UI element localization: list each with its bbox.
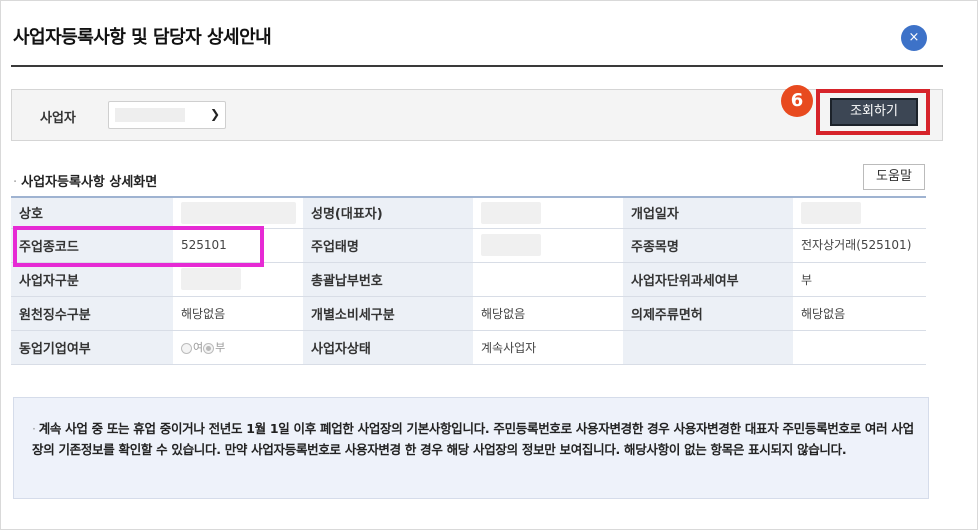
label-main-item: 주종목명 bbox=[623, 227, 793, 263]
radio-no-label: 부 bbox=[215, 341, 226, 354]
empty-header-cell bbox=[623, 329, 793, 365]
notice-body: 계속 사업 중 또는 휴업 중이거나 전년도 1월 1일 이후 폐업한 사업장의… bbox=[32, 421, 914, 457]
radio-no[interactable] bbox=[203, 342, 215, 354]
search-button[interactable]: 조회하기 bbox=[830, 98, 918, 126]
notice-bullet: · bbox=[32, 421, 36, 436]
label-partnership: 동업기업여부 bbox=[11, 329, 173, 365]
label-unit-taxation: 사업자단위과세여부 bbox=[623, 261, 793, 297]
value-business-status: 계속사업자 bbox=[473, 329, 623, 365]
help-button[interactable]: 도움말 bbox=[863, 164, 925, 190]
chevron-down-icon: ❯ bbox=[209, 107, 220, 121]
label-liquor-license: 의제주류면허 bbox=[623, 295, 793, 331]
value-excise-tax-type: 해당없음 bbox=[473, 295, 623, 331]
business-select-value bbox=[115, 108, 185, 122]
table-row: 상호 성명(대표자) 개업일자 bbox=[11, 196, 926, 229]
section-bullet: · bbox=[13, 175, 18, 190]
label-withholding-type: 원천징수구분 bbox=[11, 295, 173, 331]
redacted-value bbox=[181, 268, 241, 290]
label-trade-name: 상호 bbox=[11, 196, 173, 229]
label-consolidated-tax-number: 총괄납부번호 bbox=[303, 261, 473, 297]
label-business-type: 사업자구분 bbox=[11, 261, 173, 297]
redacted-value bbox=[481, 201, 541, 224]
label-main-business-type: 주업태명 bbox=[303, 227, 473, 263]
label-business-status: 사업자상태 bbox=[303, 329, 473, 365]
value-unit-taxation: 부 bbox=[793, 261, 926, 297]
table-row: 사업자구분 총괄납부번호 사업자단위과세여부 부 bbox=[11, 261, 926, 297]
table-row: 동업기업여부 여부 사업자상태 계속사업자 bbox=[11, 329, 926, 365]
dialog-title: 사업자등록사항 및 담당자 상세안내 bbox=[13, 27, 272, 48]
close-icon[interactable]: × bbox=[901, 25, 927, 51]
value-main-item: 전자상거래(525101) bbox=[793, 227, 926, 263]
label-representative: 성명(대표자) bbox=[303, 196, 473, 229]
notice-text: · 계속 사업 중 또는 휴업 중이거나 전년도 1월 1일 이후 폐업한 사업장… bbox=[32, 418, 917, 460]
notice-box: · 계속 사업 중 또는 휴업 중이거나 전년도 1월 1일 이후 폐업한 사업장… bbox=[13, 397, 929, 499]
value-representative bbox=[473, 196, 623, 229]
title-divider bbox=[11, 65, 943, 67]
value-consolidated-tax-number bbox=[473, 261, 623, 297]
value-main-business-type bbox=[473, 227, 623, 263]
table-row: 원천징수구분 해당없음 개별소비세구분 해당없음 의제주류면허 해당없음 bbox=[11, 295, 926, 331]
industry-code-highlight bbox=[13, 226, 264, 267]
redacted-value bbox=[481, 234, 541, 256]
value-liquor-license: 해당없음 bbox=[793, 295, 926, 331]
step-badge: 6 bbox=[781, 85, 813, 117]
value-business-type bbox=[173, 261, 303, 297]
business-select-label: 사업자 bbox=[40, 111, 76, 126]
label-opening-date: 개업일자 bbox=[623, 196, 793, 229]
empty-value-cell bbox=[793, 329, 926, 365]
radio-yes[interactable] bbox=[181, 342, 192, 354]
value-withholding-type: 해당없음 bbox=[173, 295, 303, 331]
section-title: · 사업자등록사항 상세화면 bbox=[13, 171, 157, 190]
business-detail-dialog: 사업자등록사항 및 담당자 상세안내 × 사업자 ❯ 6 조회하기 · 사업자등록… bbox=[0, 0, 978, 530]
detail-table: 상호 성명(대표자) 개업일자 주업종코드 525101 주업태명 주종목명 전… bbox=[11, 196, 926, 365]
label-excise-tax-type: 개별소비세구분 bbox=[303, 295, 473, 331]
value-partnership: 여부 bbox=[173, 329, 303, 365]
value-trade-name bbox=[173, 196, 303, 229]
value-opening-date bbox=[793, 196, 926, 229]
business-select[interactable]: ❯ bbox=[108, 101, 226, 129]
partnership-radio-group: 여부 bbox=[181, 341, 225, 354]
redacted-value bbox=[181, 201, 296, 224]
redacted-value bbox=[801, 201, 861, 224]
radio-yes-label: 여 bbox=[193, 341, 204, 354]
section-title-text: 사업자등록사항 상세화면 bbox=[21, 175, 158, 190]
